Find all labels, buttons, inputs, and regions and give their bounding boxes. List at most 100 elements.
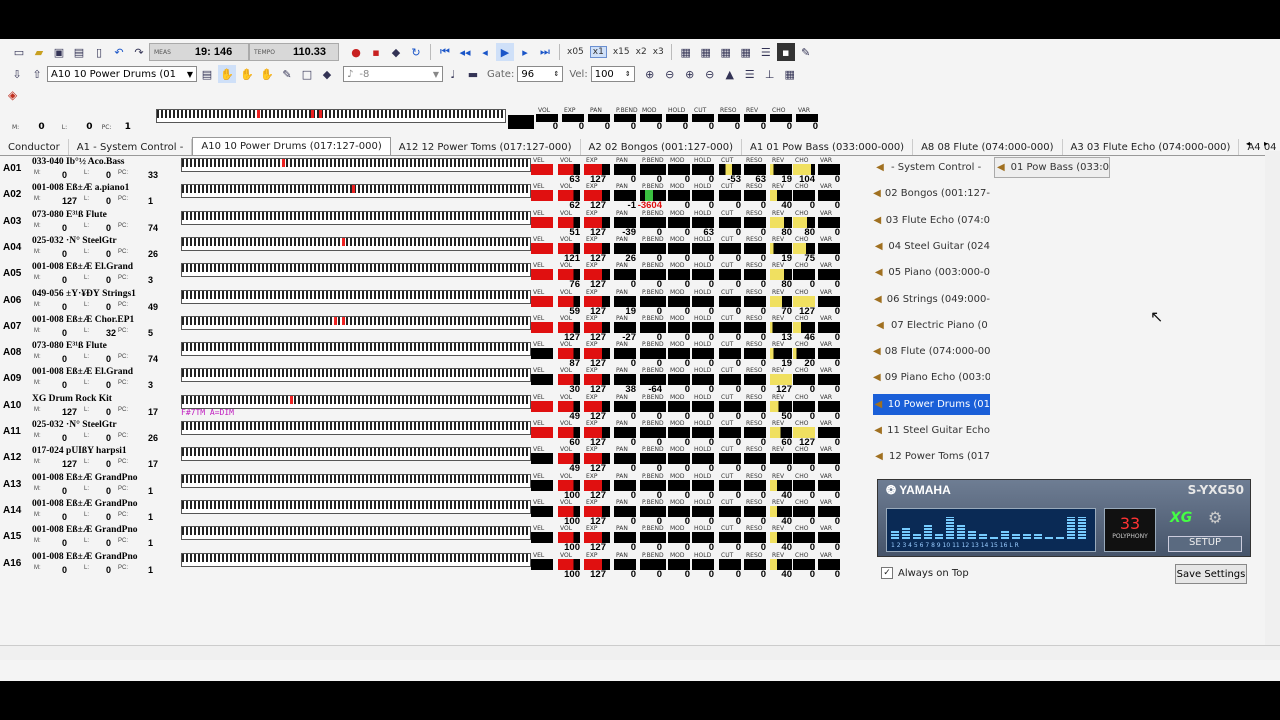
marker-icon[interactable]: ◈ [8, 88, 17, 102]
horizontal-scrollbar[interactable] [0, 645, 1280, 660]
velocity-input[interactable]: 100 ⇕ [590, 66, 635, 82]
fill-icon[interactable]: ▲ [721, 65, 739, 83]
channel-instrument[interactable]: 025-032 ·Ñ° SteelGtr [32, 236, 179, 248]
channel-msb[interactable]: 0 [62, 565, 67, 575]
channel-lsb[interactable]: 0 [106, 275, 111, 285]
track-list-item[interactable]: ◀ 02 Bongos (001:127- [873, 183, 990, 204]
quantize-icon[interactable]: ⊥ [761, 65, 779, 83]
channel-pc[interactable]: 1 [148, 565, 153, 575]
channel-row[interactable]: A12 017-024 pÜİßY harpsi1 M: 127 L: 0 PC… [0, 446, 870, 474]
rewind-icon[interactable]: ◂◂ [456, 43, 474, 61]
channel-msb[interactable]: 0 [62, 433, 67, 443]
gate-input[interactable]: 96 ⇕ [517, 66, 564, 82]
redo-icon[interactable]: ↷ [130, 43, 148, 61]
channel-msb[interactable]: 127 [62, 196, 77, 206]
param-bar[interactable] [531, 295, 553, 307]
select-rect-icon[interactable]: □ [298, 65, 316, 83]
track-list-item[interactable]: ◀ 05 Piano (003:000-0 [873, 262, 990, 283]
channel-instrument[interactable]: 001-008 Èß±Æ a.piano1 [32, 183, 179, 195]
channel-pc[interactable]: 74 [148, 223, 158, 233]
channel-lsb[interactable]: 0 [106, 380, 111, 390]
param-bar[interactable] [531, 505, 553, 517]
channel-msb[interactable]: 127 [62, 459, 77, 469]
track-list-item[interactable]: ◀ 08 Flute (074:000-00 [873, 341, 990, 362]
param-bar[interactable] [531, 558, 553, 570]
param-bar[interactable] [531, 321, 553, 333]
channel-instrument[interactable]: 001-008 Èß±Æ El.Grand [32, 262, 179, 274]
param-bar[interactable] [531, 242, 553, 254]
track-list-item[interactable]: ◀ 07 Electric Piano (0 [873, 315, 990, 336]
channel-msb[interactable]: 0 [62, 538, 67, 548]
channel-instrument[interactable]: 073-080 È³¹ß Flute [32, 341, 179, 353]
channel-lsb[interactable]: 32 [106, 328, 116, 338]
metronome-icon[interactable]: ◆ [387, 43, 405, 61]
channel-instrument[interactable]: 049-056 ±Ý·¥ÐÝ Strings1 [32, 289, 179, 301]
channel-keyboard[interactable] [181, 184, 531, 199]
channel-keyboard[interactable] [181, 394, 531, 409]
tab-scroll-right-icon[interactable]: ▸ [1264, 139, 1268, 148]
channel-lsb[interactable]: 0 [106, 459, 111, 469]
tab-2[interactable]: A10 10 Power Drums (017:127-000) [192, 137, 391, 155]
tab-scroll-left-icon[interactable]: ◂ [1246, 139, 1250, 148]
align-icon[interactable]: ☰ [741, 65, 759, 83]
channel-keyboard[interactable] [181, 289, 531, 304]
hand-tool-icon[interactable]: ✋ [218, 65, 236, 83]
view-3-icon[interactable]: ▦ [717, 43, 735, 61]
record-icon[interactable]: ● [347, 43, 365, 61]
channel-msb[interactable]: 0 [62, 223, 67, 233]
view-4-icon[interactable]: ▦ [737, 43, 755, 61]
setup-button[interactable]: SETUP [1168, 536, 1242, 552]
track-select[interactable]: A10 10 Power Drums (01 ▼ [47, 66, 197, 82]
hand-tool-2-icon[interactable]: ✋ [238, 65, 256, 83]
channel-row[interactable]: A14 001-008 Èß±Æ GrandPno M: 0 L: 0 PC: … [0, 499, 870, 527]
channel-pc[interactable]: 5 [148, 328, 153, 338]
channel-msb[interactable]: 0 [62, 275, 67, 285]
channel-lsb[interactable]: 0 [106, 170, 111, 180]
record-mode-icon[interactable]: ▪ [367, 43, 385, 61]
channel-instrument[interactable]: 001-008 Èß±Æ Chor.EP1 [32, 315, 179, 327]
zoom-x15[interactable]: x15 [613, 47, 630, 57]
list-view-icon[interactable]: ☰ [757, 43, 775, 61]
channel-keyboard[interactable] [181, 158, 531, 172]
properties-icon[interactable]: ▯ [90, 43, 108, 61]
channel-keyboard[interactable] [181, 368, 531, 383]
channel-row[interactable]: A09 001-008 Èß±Æ El.Grand M: 0 L: 0 PC: … [0, 367, 870, 395]
rewind-start-icon[interactable]: ⏮ [436, 43, 454, 61]
param-bar[interactable] [531, 216, 553, 228]
channel-keyboard[interactable] [181, 552, 531, 567]
track-list-item[interactable]: ◀ - System Control - [873, 157, 990, 178]
vertical-scrollbar[interactable] [1265, 151, 1280, 645]
channel-pc[interactable]: 17 [148, 407, 158, 417]
forward-end-icon[interactable]: ⏭ [536, 43, 554, 61]
channel-lsb[interactable]: 0 [106, 354, 111, 364]
track-list-item[interactable]: ◀ 04 Steel Guitar (024 [873, 236, 990, 257]
channel-msb[interactable]: 0 [62, 328, 67, 338]
param-bar[interactable] [531, 453, 553, 465]
channel-keyboard[interactable] [181, 447, 531, 462]
track-list-item[interactable]: ◀ 10 Power Drums (01 [873, 393, 990, 415]
param-bar[interactable] [531, 532, 553, 544]
save-icon[interactable]: ▣ [50, 43, 68, 61]
track-list-item[interactable]: ◀ 09 Piano Echo (003:0 [873, 367, 990, 388]
channel-row[interactable]: A04 025-032 ·Ñ° SteelGtr M: 0 L: 0 PC: 2… [0, 236, 870, 264]
note-length-icon[interactable]: ♩ [444, 65, 462, 83]
channel-row[interactable]: A13 001-008 Èß±Æ GrandPno M: 0 L: 0 PC: … [0, 473, 870, 501]
channel-lsb[interactable]: 0 [106, 196, 111, 206]
zoom-x2[interactable]: x2 [636, 47, 647, 57]
view-2-icon[interactable]: ▦ [697, 43, 715, 61]
channel-msb[interactable]: 0 [62, 249, 67, 259]
channel-msb[interactable]: 0 [62, 486, 67, 496]
channel-pc[interactable]: 26 [148, 433, 158, 443]
channel-msb[interactable]: 0 [62, 354, 67, 364]
channel-pc[interactable]: 33 [148, 170, 158, 180]
param-bar[interactable] [531, 400, 553, 412]
track-list-item[interactable]: ◀ 03 Flute Echo (074:0 [873, 210, 990, 231]
channel-instrument[interactable]: 001-008 Èß±Æ GrandPno [32, 552, 179, 564]
channel-instrument[interactable]: 001-008 Èß±Æ El.Grand [32, 367, 179, 379]
channel-keyboard[interactable] [181, 421, 531, 435]
channel-lsb[interactable]: 0 [106, 565, 111, 575]
open-folder-icon[interactable]: ▰ [30, 43, 48, 61]
pencil-icon[interactable]: ✎ [278, 65, 296, 83]
channel-lsb[interactable]: 0 [106, 407, 111, 417]
zoom-x1[interactable]: x1 [589, 46, 607, 58]
